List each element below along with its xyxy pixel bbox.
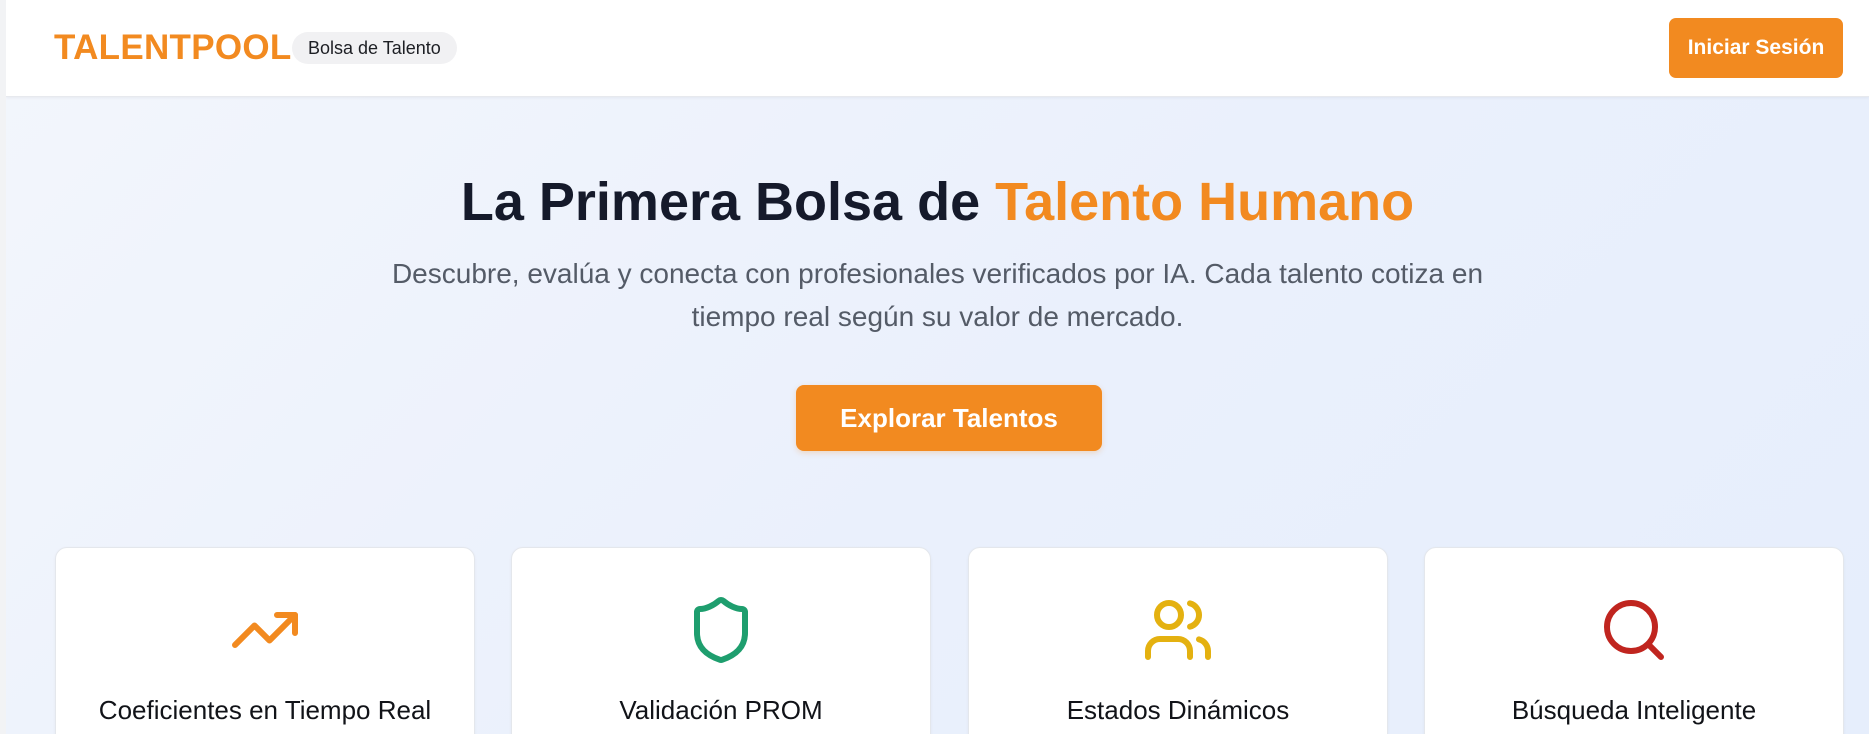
hero-subtitle: Descubre, evalúa y conecta con profesion… (391, 258, 1484, 332)
brand-logo[interactable]: TALENTPOOL (54, 26, 292, 70)
feature-card-title: Validación PROM (619, 695, 823, 725)
feature-card-validation: Validación PROM (511, 547, 931, 734)
brand-badge: Bolsa de Talento (292, 32, 457, 64)
feature-card-search: Búsqueda Inteligente (1424, 547, 1844, 734)
page-frame: TALENTPOOL Bolsa de Talento Iniciar Sesi… (6, 0, 1869, 734)
trending-up-icon (229, 594, 301, 666)
hero-title-main: La Primera Bolsa de (460, 172, 996, 232)
hero-title-accent: Talento Humano (995, 172, 1415, 232)
feature-card-title: Estados Dinámicos (1066, 695, 1290, 725)
feature-card-title: Coeficientes en Tiempo Real (98, 695, 432, 725)
search-icon (1598, 594, 1670, 666)
users-icon (1142, 594, 1214, 666)
feature-card-states: Estados Dinámicos (968, 547, 1388, 734)
hero-title: La Primera Bolsa de Talento Humano (6, 168, 1869, 236)
feature-card-coefficients: Coeficientes en Tiempo Real (55, 547, 475, 734)
shield-icon (685, 594, 757, 666)
feature-card-title: Búsqueda Inteligente (1511, 695, 1757, 725)
top-navbar: TALENTPOOL Bolsa de Talento Iniciar Sesi… (6, 0, 1869, 97)
login-button[interactable]: Iniciar Sesión (1669, 18, 1843, 78)
explore-talents-button[interactable]: Explorar Talentos (796, 385, 1102, 451)
